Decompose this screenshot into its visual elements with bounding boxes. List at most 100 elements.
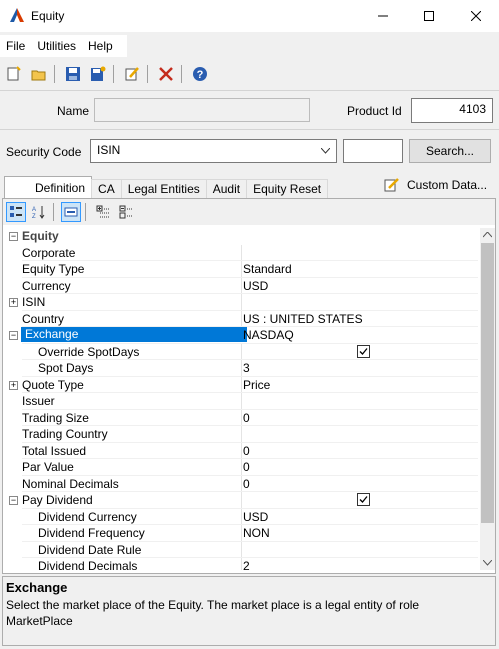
column-divider (241, 525, 242, 542)
open-icon (31, 70, 46, 81)
save-as-new-icon (91, 66, 106, 81)
override-spotdays-checkbox[interactable] (357, 344, 370, 358)
column-divider (241, 475, 242, 492)
grid-row-exchange[interactable]: − Exchange NASDAQ (6, 327, 478, 344)
tab-ca[interactable]: CA (91, 179, 122, 198)
toolbar-separator (54, 65, 55, 83)
maximize-button[interactable] (406, 0, 452, 32)
categorized-button[interactable] (6, 202, 26, 222)
grid-row-dividend-frequency[interactable]: Dividend Frequency NON (6, 525, 478, 542)
save-as-new-button[interactable] (87, 63, 109, 85)
menu-help[interactable]: Help (82, 35, 119, 57)
collapse-all-button[interactable] (116, 202, 136, 222)
property-value[interactable]: 2 (243, 559, 250, 570)
expand-all-icon (96, 205, 109, 218)
search-button[interactable]: Search... (409, 139, 491, 163)
alphabetical-button[interactable]: AZ (29, 202, 49, 222)
property-value[interactable]: 0 (243, 477, 250, 491)
grid-row-total-issued[interactable]: Total Issued 0 (6, 442, 478, 459)
grid-row-dividend-date-rule[interactable]: Dividend Date Rule (6, 541, 478, 558)
open-button[interactable] (28, 63, 50, 85)
property-name: Country (22, 311, 65, 326)
edit-button[interactable] (121, 63, 143, 85)
property-value[interactable]: USD (243, 510, 268, 524)
property-name: Quote Type (22, 377, 84, 392)
property-name: Par Value (22, 460, 74, 474)
property-pages-button[interactable] (61, 202, 81, 222)
svg-text:Z: Z (32, 214, 36, 219)
property-value[interactable]: 0 (243, 444, 250, 458)
collapse-icon[interactable]: − (9, 496, 18, 505)
minimize-button[interactable] (360, 0, 406, 32)
collapse-icon[interactable]: − (9, 232, 18, 241)
grid-row-nominal-decimals[interactable]: Nominal Decimals 0 (6, 475, 478, 492)
grid-row-country[interactable]: Country US : UNITED STATES (6, 310, 478, 327)
tab-definition[interactable]: Definition (4, 176, 93, 198)
new-button[interactable] (3, 63, 25, 85)
grid-row-trading-country[interactable]: Trading Country (6, 426, 478, 443)
expand-icon[interactable]: + (9, 380, 18, 390)
property-value[interactable]: Standard (243, 262, 292, 276)
property-name: Spot Days (38, 361, 94, 375)
security-code-select[interactable]: ISIN (90, 139, 337, 163)
grid-row-override-spotdays[interactable]: Override SpotDays (6, 343, 478, 360)
column-divider (241, 343, 242, 360)
property-name: Equity Type (22, 262, 85, 276)
name-field[interactable] (94, 98, 310, 122)
window-title: Equity (31, 9, 65, 23)
property-value[interactable]: Price (243, 378, 270, 392)
column-divider (241, 409, 242, 426)
grid-row-isin[interactable]: + ISIN (6, 294, 478, 311)
grid-row-par-value[interactable]: Par Value 0 (6, 459, 478, 476)
property-name: Total Issued (22, 443, 87, 458)
security-code-input[interactable] (343, 139, 403, 163)
grid-row-dividend-decimals[interactable]: Dividend Decimals 2 (6, 558, 478, 570)
pay-dividend-checkbox[interactable] (357, 493, 370, 506)
grid-row-equity-type[interactable]: Equity Type Standard (6, 261, 478, 278)
grid-row-quote-type[interactable]: + Quote Type Price (6, 376, 478, 393)
vertical-scrollbar[interactable] (480, 228, 495, 570)
grid-category-row[interactable]: − Equity (6, 228, 478, 245)
new-icon (7, 66, 21, 81)
grid-row-issuer[interactable]: Issuer (6, 393, 478, 410)
help-button[interactable]: ? (189, 63, 211, 85)
column-divider (241, 244, 242, 261)
menu-utilities[interactable]: Utilities (31, 35, 82, 57)
tab-equity-reset[interactable]: Equity Reset (246, 179, 329, 198)
grid-row-currency[interactable]: Currency USD (6, 277, 478, 294)
toolbar-separator (53, 203, 54, 221)
collapse-icon[interactable]: − (9, 331, 18, 340)
grid-row-spot-days[interactable]: Spot Days 3 (6, 360, 478, 377)
tab-audit[interactable]: Audit (205, 179, 248, 198)
close-button[interactable] (453, 0, 499, 32)
property-value[interactable]: 3 (243, 361, 250, 375)
property-value[interactable]: NASDAQ (243, 328, 294, 342)
divider (0, 129, 499, 130)
help-icon: ? (193, 67, 207, 81)
expand-icon[interactable]: + (9, 298, 18, 307)
menu-file[interactable]: File (0, 35, 31, 57)
delete-button[interactable] (155, 63, 177, 85)
property-grid-rows: − Equity Corporate Equity Type Standard C… (6, 228, 478, 570)
column-divider (241, 508, 242, 525)
save-button[interactable] (62, 63, 84, 85)
grid-row-trading-size[interactable]: Trading Size 0 (6, 409, 478, 426)
grid-row-corporate[interactable]: Corporate (6, 244, 478, 261)
scrollbar-thumb[interactable] (481, 243, 494, 523)
tab-legal-entities[interactable]: Legal Entities (120, 179, 207, 198)
custom-data-button[interactable]: Custom Data... (383, 177, 487, 193)
toolbar-separator (113, 65, 114, 83)
chevron-up-icon[interactable] (483, 232, 492, 238)
property-value[interactable]: NON (243, 526, 270, 540)
property-name: ISIN (22, 295, 46, 309)
property-name: Nominal Decimals (22, 476, 119, 491)
chevron-down-icon[interactable] (483, 560, 492, 566)
property-value[interactable]: 0 (243, 460, 250, 474)
property-value[interactable]: US : UNITED STATES (243, 312, 363, 326)
product-id-field[interactable]: 4103 (411, 98, 493, 123)
property-value[interactable]: 0 (243, 411, 250, 425)
expand-all-button[interactable] (93, 202, 113, 222)
grid-row-pay-dividend[interactable]: − Pay Dividend (6, 492, 478, 509)
property-value[interactable]: USD (243, 279, 268, 293)
grid-row-dividend-currency[interactable]: Dividend Currency USD (6, 508, 478, 525)
